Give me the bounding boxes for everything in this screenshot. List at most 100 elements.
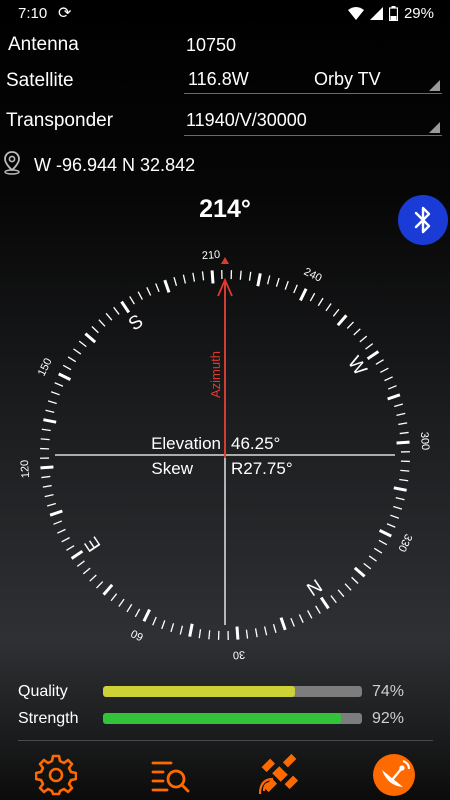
compass-tick xyxy=(49,509,63,517)
compass-tick xyxy=(365,343,374,350)
compass-tick xyxy=(61,537,70,543)
compass-tick xyxy=(332,308,340,317)
compass-tick xyxy=(299,288,308,302)
dropdown-arrow-icon xyxy=(429,80,440,91)
compass-tick xyxy=(78,340,87,348)
compass-tick xyxy=(42,484,52,488)
compass-tick xyxy=(256,273,262,287)
settings-button[interactable] xyxy=(34,753,78,797)
compass-tick xyxy=(46,502,56,507)
skew-label: Skew xyxy=(151,459,193,478)
compass-tick xyxy=(398,422,408,426)
compass-tick xyxy=(67,356,77,363)
quality-label: Quality xyxy=(18,683,68,700)
compass-tick xyxy=(380,367,389,373)
compass-tick xyxy=(173,276,178,286)
compass-tick xyxy=(351,576,359,584)
compass-tick xyxy=(387,385,397,390)
transponder-label: Transponder xyxy=(6,110,114,131)
compass-tick xyxy=(57,528,66,534)
satellite-dropdown[interactable]: 116.8W Orby TV xyxy=(184,66,442,94)
compass-tick xyxy=(272,624,277,634)
compass-tick xyxy=(266,275,271,285)
compass-tick xyxy=(137,291,143,300)
compass-tick xyxy=(73,348,82,355)
compass-tick xyxy=(210,270,215,284)
nav-divider xyxy=(18,740,433,741)
compass-tick xyxy=(359,335,368,343)
location-pin-icon xyxy=(4,151,20,175)
antenna-label: Antenna xyxy=(8,34,79,55)
compass-tick xyxy=(98,319,106,327)
compass-tick xyxy=(235,626,240,640)
compass-tick xyxy=(284,280,289,290)
status-bar: 7:10 ⟳ 29% xyxy=(0,0,450,28)
compass-tick xyxy=(120,300,131,314)
compass-cardinal-s: S xyxy=(125,311,147,336)
compass-tick xyxy=(113,306,120,315)
antenna-value[interactable]: 10750 xyxy=(186,35,236,56)
compass-tick xyxy=(353,566,366,578)
compass-tick xyxy=(40,438,50,441)
quality-bar xyxy=(103,686,362,697)
compass-tick xyxy=(201,271,205,281)
satellite-icon xyxy=(258,753,299,795)
search-list-icon xyxy=(151,761,190,793)
compass-tick xyxy=(239,270,242,280)
compass-tick xyxy=(386,523,396,528)
compass-tick xyxy=(396,440,410,445)
compass-tick xyxy=(307,610,313,619)
compass-tick xyxy=(182,274,187,284)
compass-degree-label: 300 xyxy=(418,431,431,450)
compass-degree-label: 30 xyxy=(232,648,245,661)
compass-tick xyxy=(387,393,401,401)
compass-tick xyxy=(248,271,252,281)
compass-tick xyxy=(399,478,409,482)
compass-tick xyxy=(82,567,91,575)
search-list-button[interactable] xyxy=(148,753,192,797)
compass-tick xyxy=(309,292,316,302)
compass-tick xyxy=(41,475,51,479)
compass-tick xyxy=(155,283,160,293)
dish-app-button[interactable] xyxy=(372,753,416,797)
transponder-dropdown[interactable]: 11940/V/30000 xyxy=(184,106,442,136)
compass-tick xyxy=(378,539,388,546)
compass-tick xyxy=(363,562,372,570)
compass-tick xyxy=(396,412,406,417)
compass-degree-label: 210 xyxy=(201,249,220,262)
quality-bar-fill xyxy=(103,686,295,697)
compass-tick xyxy=(275,277,280,287)
satellite-button[interactable] xyxy=(258,753,302,797)
compass-tick xyxy=(45,409,55,414)
compass-tick xyxy=(44,493,54,498)
compass-degree-label: 330 xyxy=(395,532,414,554)
compass-tick xyxy=(47,400,57,405)
heading-degrees: 214° xyxy=(199,195,251,223)
compass-tick xyxy=(325,303,332,312)
compass-tick xyxy=(188,623,194,637)
dish-app-icon xyxy=(373,754,415,796)
compass-cardinal-w: W xyxy=(343,353,370,380)
compass-tick xyxy=(198,629,202,639)
compass-tick xyxy=(118,598,125,607)
transponder-value: 11940/V/30000 xyxy=(186,110,307,130)
compass-tick xyxy=(319,596,330,610)
compass-tick xyxy=(390,514,400,519)
compass-tick xyxy=(102,583,114,596)
compass-tick xyxy=(142,608,151,622)
elevation-value: 46.25° xyxy=(231,434,280,453)
compass-tick xyxy=(96,581,104,589)
compass-tick xyxy=(192,272,196,282)
compass-tick xyxy=(395,496,405,501)
compass-tick xyxy=(337,589,345,598)
compass-tick xyxy=(62,364,72,371)
compass-degree-label: 120 xyxy=(19,459,32,478)
compass-tick xyxy=(298,614,304,623)
compass-degree-label: 60 xyxy=(129,627,145,643)
compass-tick xyxy=(89,574,97,582)
compass-tick xyxy=(384,376,393,382)
strength-label: Strength xyxy=(18,710,79,727)
compass-tick xyxy=(344,583,352,591)
compass-tick xyxy=(330,595,337,604)
compass-dial: 210 240 300 330 30 60 120 150 S W N E Azimuth Elev… xyxy=(19,249,431,661)
